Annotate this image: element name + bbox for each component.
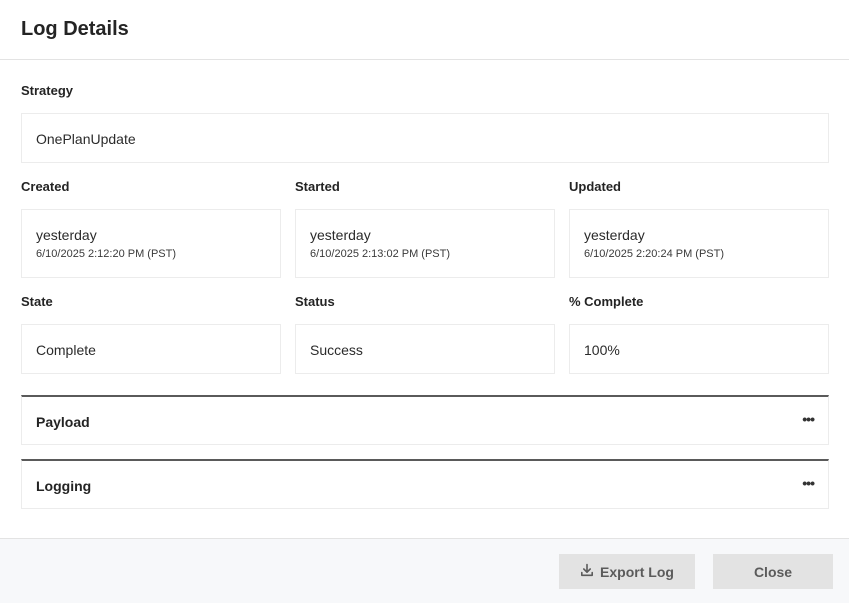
more-icon[interactable]: ••• — [802, 475, 815, 491]
updated-label: Updated — [569, 179, 621, 194]
export-log-button[interactable]: Export Log — [559, 554, 695, 589]
strategy-value: OnePlanUpdate — [36, 131, 136, 147]
download-icon — [580, 563, 594, 580]
status-field: Success — [295, 324, 555, 374]
updated-relative: yesterday — [584, 227, 645, 243]
dialog-title: Log Details — [21, 18, 129, 40]
more-icon[interactable]: ••• — [802, 411, 815, 427]
started-relative: yesterday — [310, 227, 371, 243]
status-value: Success — [310, 342, 363, 358]
started-label: Started — [295, 179, 340, 194]
state-label: State — [21, 294, 53, 309]
dialog-footer: Export Log Close — [0, 538, 849, 603]
created-field: yesterday 6/10/2025 2:12:20 PM (PST) — [21, 209, 281, 278]
logging-section[interactable]: Logging ••• — [21, 459, 829, 509]
started-field: yesterday 6/10/2025 2:13:02 PM (PST) — [295, 209, 555, 278]
created-timestamp: 6/10/2025 2:12:20 PM (PST) — [36, 248, 177, 260]
created-label: Created — [21, 179, 70, 194]
strategy-field: OnePlanUpdate — [21, 113, 829, 163]
updated-timestamp: 6/10/2025 2:20:24 PM (PST) — [584, 248, 725, 260]
payload-section[interactable]: Payload ••• — [21, 395, 829, 445]
updated-field: yesterday 6/10/2025 2:20:24 PM (PST) — [569, 209, 829, 278]
close-button[interactable]: Close — [713, 554, 833, 589]
state-value: Complete — [36, 342, 96, 358]
payload-section-title: Payload — [36, 414, 90, 430]
started-timestamp: 6/10/2025 2:13:02 PM (PST) — [310, 248, 451, 260]
strategy-label: Strategy — [21, 83, 74, 98]
close-label: Close — [753, 563, 793, 580]
created-relative: yesterday — [36, 227, 97, 243]
status-label: Status — [295, 294, 335, 309]
dialog-header: Log Details — [0, 0, 849, 60]
logging-section-title: Logging — [36, 478, 92, 494]
percent-complete-label: % Complete — [569, 294, 644, 309]
percent-complete-field: 100% — [569, 324, 829, 374]
state-field: Complete — [21, 324, 281, 374]
export-log-label: Export Log — [600, 563, 674, 580]
percent-complete-value: 100% — [584, 342, 620, 358]
